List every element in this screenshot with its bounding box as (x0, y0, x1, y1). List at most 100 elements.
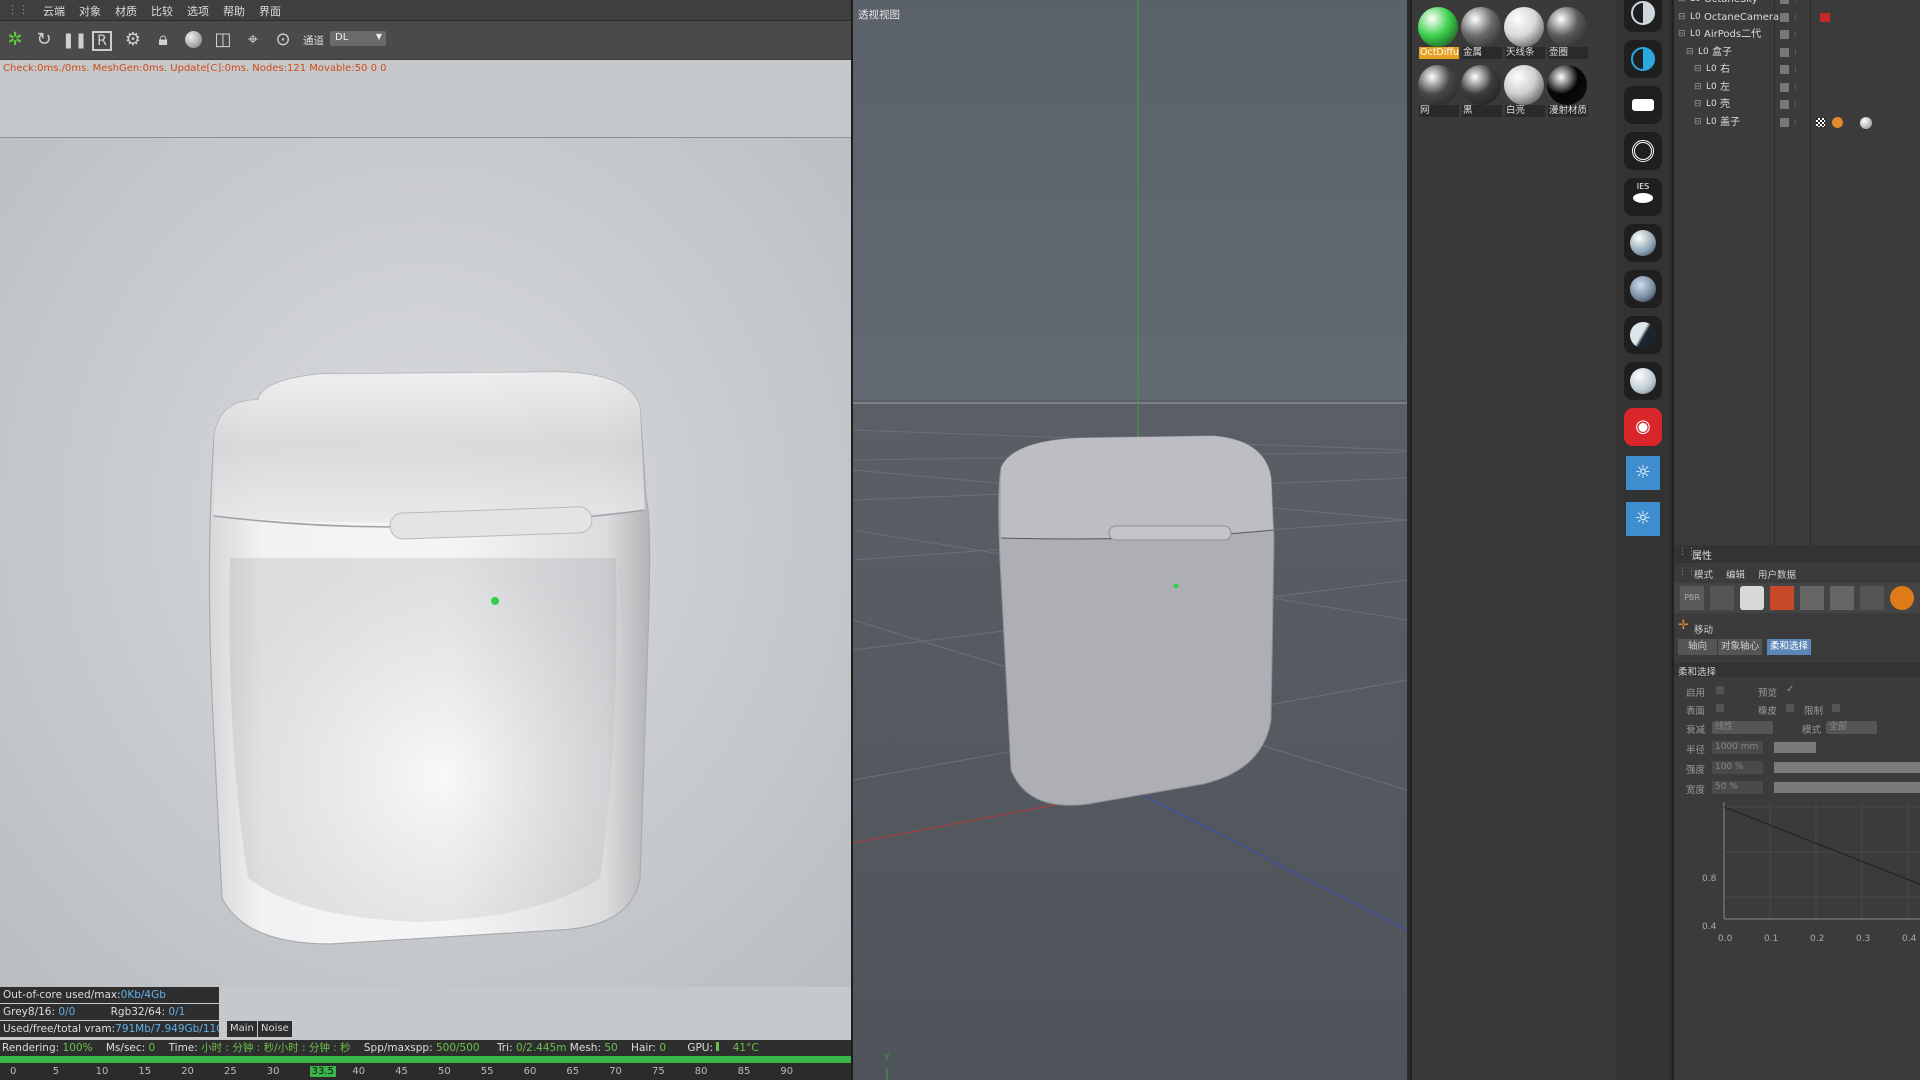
expand-icon[interactable]: ⊟ (1694, 96, 1702, 113)
visibility-icon[interactable] (1780, 100, 1789, 109)
ies-light-icon[interactable]: IES (1624, 178, 1662, 216)
brick-icon[interactable] (1770, 586, 1794, 610)
visibility-icon[interactable] (1780, 117, 1789, 127)
pause-icon[interactable]: ❚❚ (62, 29, 87, 51)
menu-material[interactable]: 材质 (108, 0, 144, 19)
object-row[interactable]: ⊟ L0 盖子 ⁝ (1674, 114, 1920, 131)
tab-object-axis[interactable]: 对象轴心 (1718, 639, 1763, 655)
dots-icon[interactable]: ⁝ (1794, 61, 1797, 78)
enable-checkbox[interactable] (1716, 686, 1724, 694)
limit-checkbox[interactable] (1832, 704, 1840, 712)
material-tag-icon[interactable] (1832, 116, 1843, 128)
tool-icon-7[interactable] (1860, 586, 1884, 610)
target-light-icon[interactable] (1624, 132, 1662, 170)
menu-help[interactable]: 帮助 (216, 0, 252, 19)
tab-main[interactable]: Main (227, 1021, 257, 1037)
visibility-icon[interactable] (1780, 65, 1789, 74)
dots-icon[interactable]: ⁝ (1794, 9, 1797, 26)
light-sphere-icon[interactable] (1624, 362, 1662, 400)
attr-menu-userdata[interactable]: 用户数据 (1758, 567, 1796, 581)
expand-icon[interactable]: ⊟ (1694, 61, 1702, 78)
tool-icon-6[interactable] (1830, 586, 1854, 610)
dots-icon[interactable]: ⁝ (1794, 96, 1797, 113)
object-row[interactable]: ⊟ L0OctaneSky ⁝ (1674, 0, 1920, 8)
dots-icon[interactable]: ⁝ (1794, 0, 1797, 8)
orange-tool-icon[interactable] (1890, 586, 1914, 610)
perspective-viewport[interactable] (853, 0, 1407, 1080)
menu-interface[interactable]: 界面 (252, 0, 288, 19)
viewport-title[interactable]: 透视视图 (858, 7, 900, 22)
notes-icon[interactable] (1740, 586, 1764, 610)
material-swatch[interactable] (1547, 7, 1587, 47)
expand-icon[interactable]: ⊟ (1686, 44, 1694, 61)
material-swatch[interactable] (1547, 65, 1587, 105)
expand-icon[interactable]: ⊟ (1694, 79, 1702, 96)
mode-dropdown[interactable]: 全部 (1826, 721, 1877, 734)
material-swatch[interactable] (1418, 65, 1458, 105)
menu-cloud[interactable]: 云端 (36, 0, 72, 19)
width-field[interactable]: 50 % (1712, 781, 1763, 794)
visibility-icon[interactable] (1780, 0, 1789, 4)
blue-half-moon-icon[interactable] (1624, 40, 1662, 78)
pick-focus-icon[interactable]: ⌖ (242, 29, 264, 51)
menu-object[interactable]: 对象 (72, 0, 108, 19)
object-row[interactable]: ⊟ L0 盒子 ⁝ (1674, 44, 1920, 61)
material-swatch[interactable] (1461, 65, 1501, 105)
width-slider[interactable] (1774, 782, 1920, 793)
material-sphere-icon[interactable] (182, 29, 204, 51)
object-row[interactable]: ⊟ L0 壳 ⁝ (1674, 96, 1920, 113)
tab-noise[interactable]: Noise (258, 1021, 292, 1037)
menu-options[interactable]: 选项 (180, 0, 216, 19)
radius-field[interactable]: 1000 mm (1712, 741, 1763, 754)
expand-icon[interactable]: ⊟ (1694, 114, 1702, 131)
camera-icon[interactable]: ◉ (1624, 408, 1662, 446)
preview-check-icon[interactable]: ✓ (1786, 684, 1794, 695)
sphere-icon[interactable] (1624, 224, 1662, 262)
expand-icon[interactable]: ⊟ (1678, 9, 1686, 26)
material-swatch[interactable] (1504, 7, 1544, 47)
area-light-icon[interactable] (1624, 86, 1662, 124)
daylight-icon[interactable]: ☼ (1624, 454, 1662, 492)
dots-icon[interactable]: ⁝ (1794, 79, 1797, 96)
pick-material-icon[interactable]: ⊙ (272, 29, 294, 51)
tab-soft-selection[interactable]: 柔和选择 (1767, 639, 1812, 655)
object-row[interactable]: ⊟ L0 右 ⁝ (1674, 61, 1920, 78)
region-render-icon[interactable]: R (92, 31, 112, 51)
material-swatch[interactable] (1504, 65, 1544, 105)
dots-icon[interactable]: ⁝ (1794, 26, 1797, 43)
half-moon-icon[interactable] (1624, 0, 1662, 32)
object-row[interactable]: ⊟ L0 左 ⁝ (1674, 79, 1920, 96)
tool-icon-2[interactable] (1710, 586, 1734, 610)
render-view[interactable] (0, 138, 851, 987)
timeline[interactable]: 0 5 10 15 20 25 30 33.5 40 45 50 55 60 65 70 75 80 85 90 (0, 1063, 851, 1080)
visibility-icon[interactable] (1780, 12, 1789, 22)
daylight-2-icon[interactable]: ☼ (1624, 500, 1662, 538)
dots-icon[interactable]: ⁝ (1794, 44, 1797, 61)
tab-axis[interactable]: 轴向 (1678, 639, 1718, 655)
region-icon[interactable]: ◫ (212, 29, 234, 51)
refresh-icon[interactable]: ↻ (33, 29, 55, 51)
material-swatch[interactable] (1418, 7, 1458, 47)
falloff-graph[interactable]: 0.8 0.4 0.0 0.1 0.2 0.3 0.4 (1694, 797, 1920, 947)
expand-icon[interactable]: ⊟ (1678, 26, 1686, 43)
menu-compare[interactable]: 比较 (144, 0, 180, 19)
dots-icon[interactable]: ⁝ (1794, 114, 1797, 131)
dark-sphere-icon[interactable] (1624, 316, 1662, 354)
settings-gear-icon[interactable]: ⚙ (122, 29, 144, 51)
rubber-checkbox[interactable] (1786, 704, 1794, 712)
tool-icon-5[interactable] (1800, 586, 1824, 610)
visibility-icon[interactable] (1780, 82, 1789, 92)
strength-field[interactable]: 100 % (1712, 761, 1763, 774)
camera-tag-icon[interactable] (1820, 12, 1830, 22)
checker-tag-icon[interactable] (1816, 117, 1825, 127)
attr-menu-edit[interactable]: 编辑 (1726, 567, 1745, 581)
surface-checkbox[interactable] (1716, 704, 1724, 712)
radius-slider[interactable] (1774, 742, 1816, 753)
visibility-icon[interactable] (1780, 47, 1789, 57)
object-row[interactable]: ⊟ L0 OctaneCamera ⁝ (1674, 9, 1920, 26)
lock-icon[interactable]: 🔒︎ (152, 29, 174, 51)
material-swatch[interactable] (1461, 7, 1501, 47)
attr-menu-mode[interactable]: 模式 (1694, 567, 1713, 581)
channel-dropdown[interactable]: DL ▼ (330, 31, 386, 46)
visibility-icon[interactable] (1780, 30, 1789, 39)
